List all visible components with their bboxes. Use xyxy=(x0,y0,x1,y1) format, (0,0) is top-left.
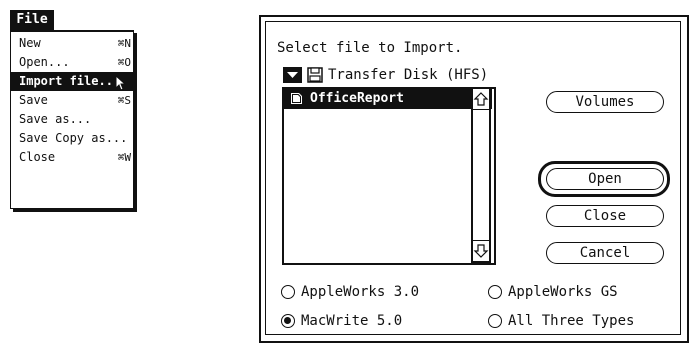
menu-item-shortcut: ⌘O xyxy=(117,56,131,69)
cancel-button[interactable]: Cancel xyxy=(546,242,664,264)
menu-item-save[interactable]: Save ⌘S xyxy=(11,91,133,110)
menu-item-shortcut: ⌘S xyxy=(117,94,131,107)
menu-item-new[interactable]: New ⌘N xyxy=(11,34,133,53)
radio-circle-icon xyxy=(488,285,502,299)
radio-all-three-types[interactable]: All Three Types xyxy=(488,311,634,331)
import-file-dialog: Select file to Import. Transfer Disk (HF… xyxy=(259,15,689,343)
file-list-scrollbar[interactable] xyxy=(471,87,491,263)
file-name: OfficeReport xyxy=(310,91,404,106)
menu-item-save-as[interactable]: Save as... xyxy=(11,110,133,129)
volumes-button[interactable]: Volumes xyxy=(546,91,664,113)
disk-popup-menu[interactable]: Transfer Disk (HFS) xyxy=(283,65,488,85)
file-menu-title[interactable]: File xyxy=(10,10,54,30)
mouse-pointer-icon xyxy=(115,75,127,91)
file-list-item[interactable]: OfficeReport xyxy=(284,89,492,109)
menu-item-label: Import file... xyxy=(19,74,121,88)
menu-item-label: Save as... xyxy=(19,112,92,126)
menu-item-close[interactable]: Close ⌘W xyxy=(11,148,133,167)
menu-item-shortcut: ⌘W xyxy=(117,151,131,164)
disk-icon xyxy=(307,67,323,83)
menu-item-save-copy-as[interactable]: Save Copy as... xyxy=(11,129,133,148)
menu-item-label: Close xyxy=(19,150,56,164)
scroll-down-arrow-icon[interactable] xyxy=(473,240,489,261)
menu-item-label: Save xyxy=(19,93,48,107)
document-icon xyxy=(291,93,302,104)
menu-item-label: Save Copy as... xyxy=(19,131,128,145)
scroll-up-arrow-icon[interactable] xyxy=(473,89,489,110)
open-button[interactable]: Open xyxy=(546,168,664,190)
radio-label: AppleWorks 3.0 xyxy=(301,284,420,300)
radio-label: All Three Types xyxy=(508,313,635,329)
file-menu: File New ⌘N Open... ⌘O Import file... Sa… xyxy=(10,10,138,209)
close-button[interactable]: Close xyxy=(546,205,664,227)
menu-item-label: New xyxy=(19,36,41,50)
radio-label: MacWrite 5.0 xyxy=(301,313,403,329)
menu-item-open[interactable]: Open... ⌘O xyxy=(11,53,133,72)
popup-arrow-icon xyxy=(283,67,302,83)
menu-item-label: Open... xyxy=(19,55,70,69)
radio-appleworks-gs[interactable]: AppleWorks GS xyxy=(488,282,618,302)
radio-label: AppleWorks GS xyxy=(508,284,618,300)
menu-item-import-file[interactable]: Import file... xyxy=(11,72,133,91)
radio-circle-icon xyxy=(488,314,502,328)
disk-name: Transfer Disk (HFS) xyxy=(328,67,489,83)
radio-appleworks-3[interactable]: AppleWorks 3.0 xyxy=(281,282,419,302)
radio-selected-icon xyxy=(281,314,295,328)
radio-circle-icon xyxy=(281,285,295,299)
file-menu-dropdown: New ⌘N Open... ⌘O Import file... Save ⌘S… xyxy=(10,30,134,209)
radio-macwrite-5[interactable]: MacWrite 5.0 xyxy=(281,311,402,331)
file-list[interactable]: OfficeReport xyxy=(282,87,496,265)
dialog-prompt: Select file to Import. xyxy=(277,40,463,56)
menu-item-shortcut: ⌘N xyxy=(117,37,131,50)
